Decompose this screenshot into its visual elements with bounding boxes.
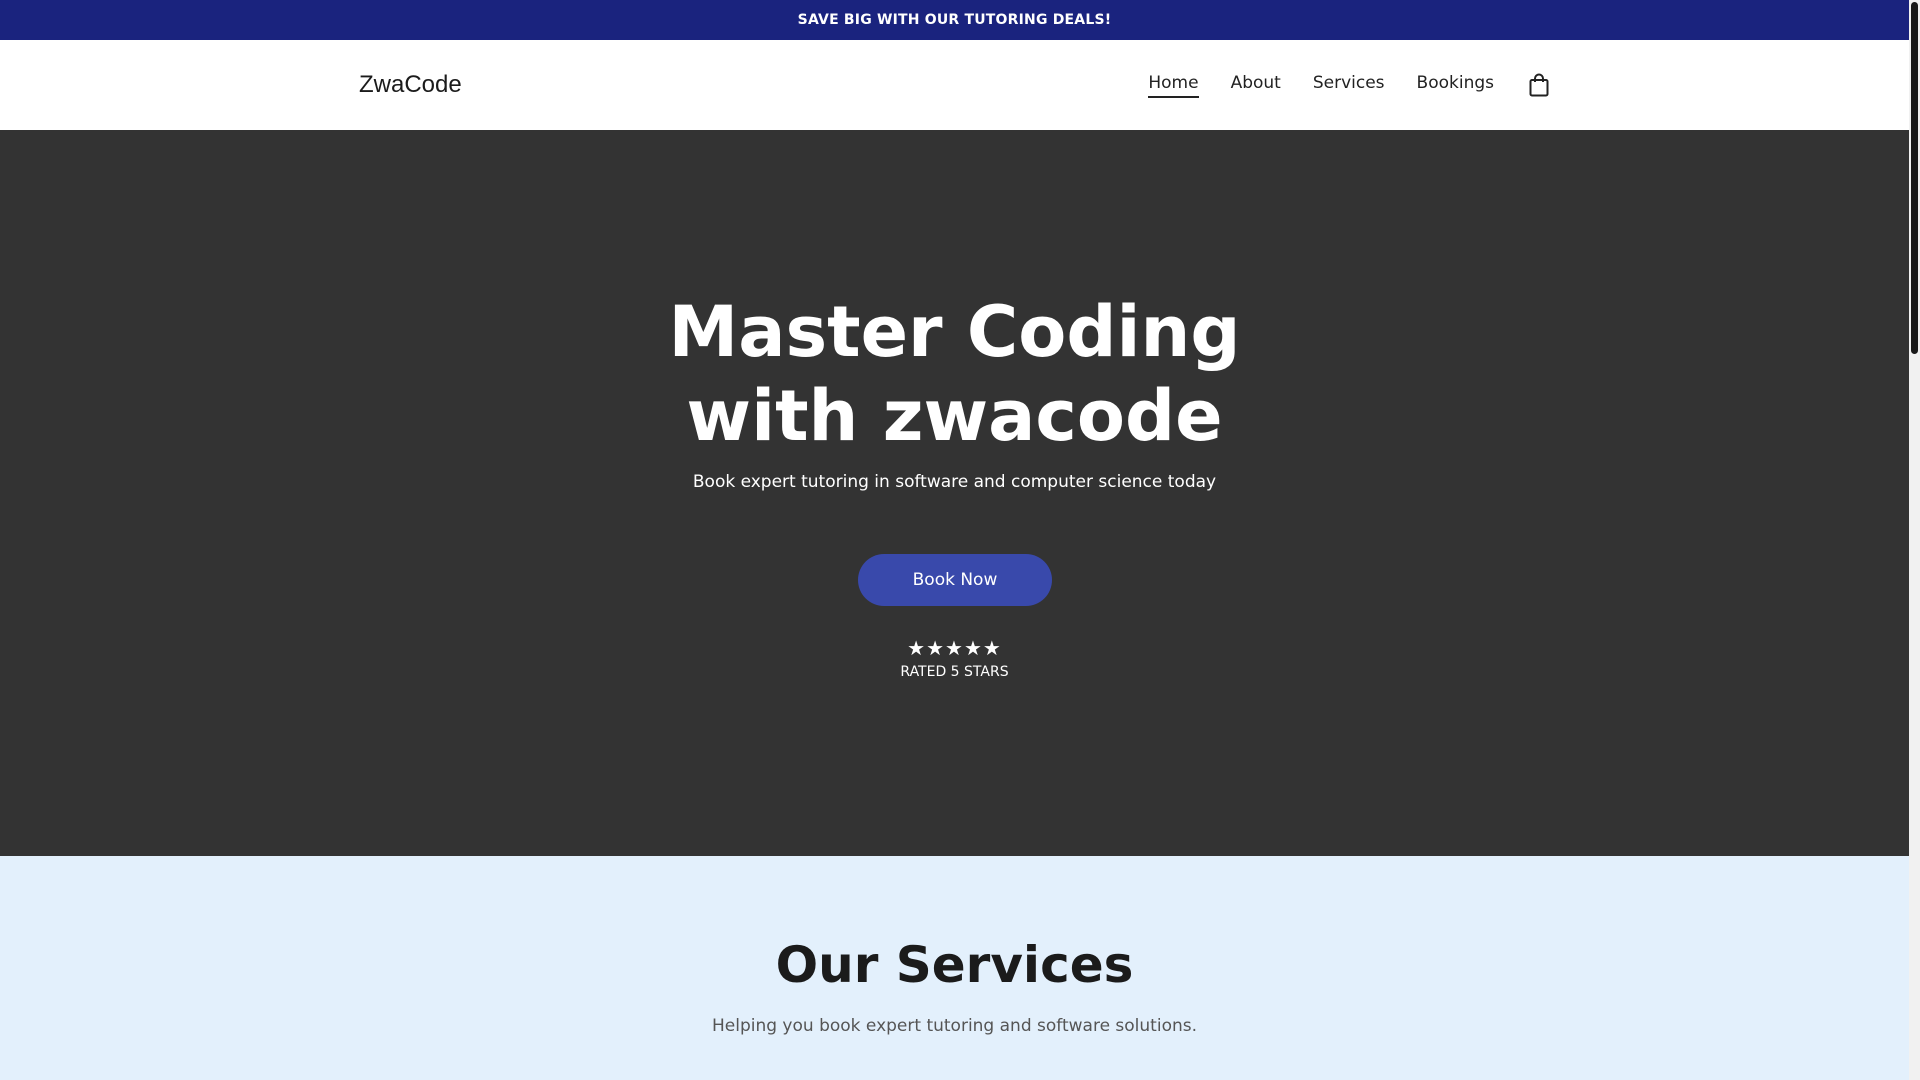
- nav-services[interactable]: Services: [1313, 73, 1385, 98]
- rating-text: RATED 5 STARS: [900, 664, 1009, 680]
- shopping-bag-icon: [1529, 73, 1549, 97]
- book-now-button[interactable]: Book Now: [858, 554, 1052, 606]
- hero-section: Master Coding with zwacode Book expert t…: [0, 130, 1909, 856]
- services-subtitle: Helping you book expert tutoring and sof…: [711, 1016, 1198, 1036]
- page-scrollbar[interactable]: [1909, 0, 1920, 1080]
- announcement-text: SAVE BIG WITH OUR TUTORING DEALS!: [797, 12, 1112, 28]
- hero-title-text: Master Coding with zwacode: [668, 291, 1241, 457]
- page-content: SAVE BIG WITH OUR TUTORING DEALS! ZwaCod…: [0, 0, 1909, 1080]
- announcement-bar: SAVE BIG WITH OUR TUTORING DEALS!: [0, 0, 1909, 40]
- cart-button[interactable]: [1528, 72, 1550, 98]
- five-star-rating: ★★★★★: [907, 636, 1002, 660]
- nav-bookings[interactable]: Bookings: [1417, 73, 1494, 98]
- site-logo[interactable]: ZwaCode: [359, 40, 462, 130]
- page: SAVE BIG WITH OUR TUTORING DEALS! ZwaCod…: [0, 0, 1920, 1080]
- nav-about[interactable]: About: [1231, 73, 1281, 98]
- nav-home[interactable]: Home: [1148, 73, 1199, 98]
- main-nav: Home About Services Bookings: [1116, 40, 1550, 130]
- scrollbar-thumb[interactable]: [1911, 2, 1918, 354]
- services-title: Our Services: [775, 936, 1134, 994]
- hero-title: Master Coding with zwacode: [0, 290, 1909, 458]
- services-section: Our Services Helping you book expert tut…: [0, 856, 1909, 1080]
- hero-subtitle: Book expert tutoring in software and com…: [692, 472, 1217, 492]
- site-header: ZwaCode Home About Services Bookings: [0, 40, 1909, 130]
